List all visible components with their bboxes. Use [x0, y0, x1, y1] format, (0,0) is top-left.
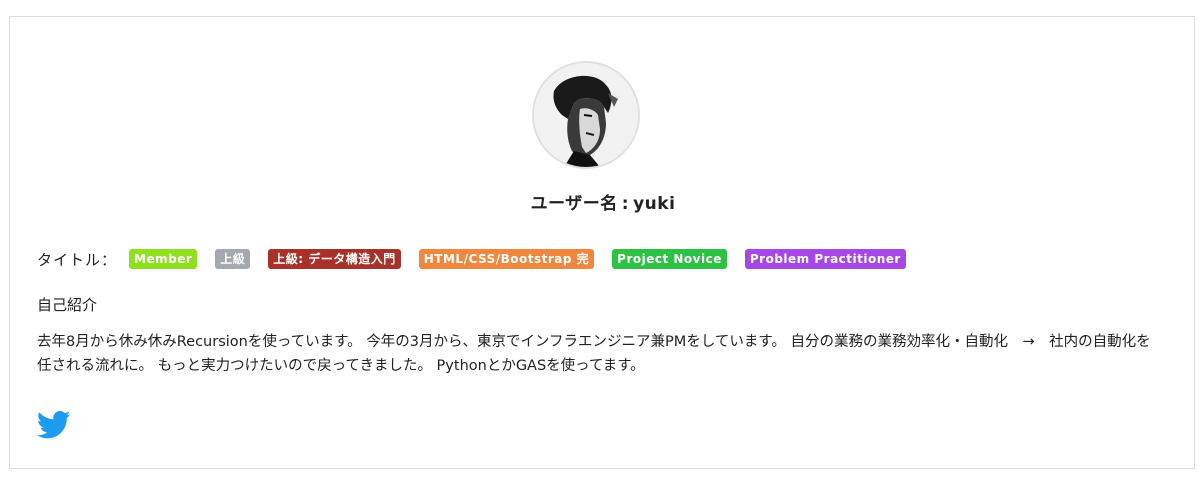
- badge-html-css-bootstrap: HTML/CSS/Bootstrap 完: [418, 249, 595, 269]
- avatar: [532, 61, 640, 169]
- username-heading: ユーザー名: yuki: [10, 189, 1196, 214]
- twitter-icon: [36, 410, 71, 439]
- avatar-image: [534, 63, 638, 167]
- username-label: ユーザー名: [530, 194, 618, 214]
- username-value: yuki: [633, 194, 676, 214]
- username-separator: :: [621, 194, 630, 214]
- badge-member: Member: [129, 249, 198, 269]
- badge-advanced: 上級: [215, 249, 251, 269]
- titles-row: タイトル： Member 上級 上級: データ構造入門 HTML/CSS/Boo…: [37, 248, 924, 270]
- badge-project-novice: Project Novice: [612, 249, 727, 269]
- twitter-link[interactable]: [36, 410, 71, 440]
- titles-label: タイトル：: [37, 250, 118, 269]
- badge-data-structures: 上級: データ構造入門: [268, 249, 401, 269]
- intro-heading: 自己紹介: [37, 296, 98, 314]
- profile-card: ユーザー名: yuki タイトル： Member 上級 上級: データ構造入門 H…: [9, 16, 1195, 469]
- intro-text: 去年8月から休み休みRecursionを使っています。 今年の3月から、東京でイ…: [37, 334, 1151, 374]
- badge-problem-practitioner: Problem Practitioner: [744, 249, 906, 269]
